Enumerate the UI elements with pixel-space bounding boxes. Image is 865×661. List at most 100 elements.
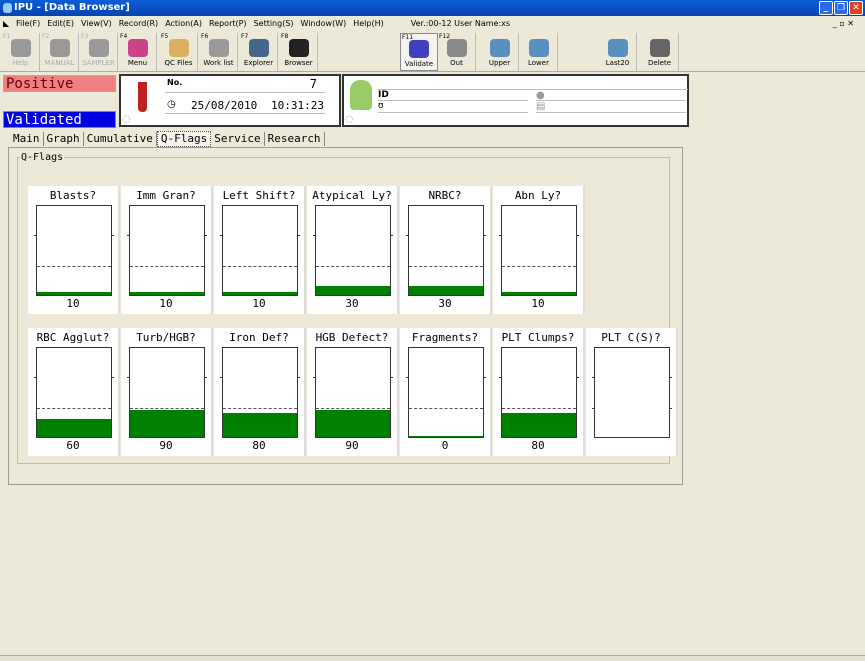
- work-list-button[interactable]: F6 Work list: [200, 33, 238, 71]
- qc-files-button[interactable]: F5 QC Files: [160, 33, 198, 71]
- qflag-value: 30: [438, 297, 452, 310]
- upper-button[interactable]: Upper: [481, 33, 519, 71]
- qflag-name: PLT Clumps?: [501, 331, 575, 344]
- close-button[interactable]: ✕: [849, 1, 863, 15]
- threshold-line: [316, 266, 390, 267]
- menu-action[interactable]: Action(A): [165, 19, 202, 28]
- mdi-controls[interactable]: _ ▫ ✕: [833, 16, 854, 31]
- qflag-bar: [316, 286, 390, 295]
- doctor-icon: ʊ: [378, 101, 384, 111]
- qflag-name: Blasts?: [49, 189, 97, 202]
- menu-window[interactable]: Window(W): [301, 19, 347, 28]
- tab-graph[interactable]: Graph: [44, 132, 84, 146]
- button-label: SAMPLER: [82, 59, 115, 67]
- qflag-gauge: [127, 205, 207, 296]
- validate-button[interactable]: F11 Validate: [400, 33, 438, 71]
- app-menu-icon[interactable]: ◣: [3, 16, 9, 31]
- qflag-card: Imm Gran? 10: [121, 186, 213, 314]
- delete-button[interactable]: Delete: [641, 33, 679, 71]
- menu-setting[interactable]: Setting(S): [254, 19, 294, 28]
- qflag-value: 80: [252, 439, 266, 452]
- tab-main[interactable]: Main: [10, 132, 44, 146]
- manual-button[interactable]: F2 MANUAL: [41, 33, 79, 71]
- help-icon: [10, 39, 31, 57]
- out-button[interactable]: F12 Out: [438, 33, 476, 71]
- menu-view[interactable]: View(V): [81, 19, 112, 28]
- button-label: Validate: [404, 60, 434, 68]
- menu-edit[interactable]: Edit(E): [47, 19, 74, 28]
- qflag-value: 80: [531, 439, 545, 452]
- qflag-value: 0: [441, 439, 449, 452]
- tab-q-flags[interactable]: Q-Flags: [156, 131, 212, 147]
- qflag-value: 90: [159, 439, 173, 452]
- qflag-gauge: [220, 205, 300, 296]
- upper-icon: [489, 39, 510, 57]
- menu-help[interactable]: Help(H): [353, 19, 384, 28]
- threshold-line: [502, 408, 576, 409]
- window-title: IPU - [Data Browser]: [14, 2, 130, 13]
- qflag-name: Abn Ly?: [514, 189, 562, 202]
- validate-icon: [409, 40, 429, 58]
- qflag-gauge: [220, 347, 300, 438]
- threshold-line: [130, 408, 204, 409]
- comment-icon[interactable]: ◌: [122, 114, 131, 125]
- explorer-icon: [248, 39, 269, 57]
- qflag-card: Turb/HGB? 90: [121, 328, 213, 456]
- id-label: ID: [378, 90, 389, 100]
- threshold-line: [409, 408, 483, 409]
- qflag-bar: [502, 413, 576, 437]
- qflag-name: RBC Agglut?: [36, 331, 110, 344]
- qflags-group: Q-Flags Blasts? 10 Imm Gran? 10 Left Shift…: [17, 152, 678, 464]
- sampler-button[interactable]: F3 SAMPLER: [80, 33, 118, 71]
- menu-file[interactable]: File(F): [16, 19, 40, 28]
- group-label: Q-Flags: [20, 152, 65, 163]
- last20-icon: [607, 39, 628, 57]
- minimize-button[interactable]: _: [819, 1, 833, 15]
- menu-report[interactable]: Report(P): [209, 19, 247, 28]
- qflag-value: 10: [66, 297, 80, 310]
- button-label: Lower: [528, 59, 549, 67]
- threshold-line: [37, 266, 111, 267]
- threshold-line: [223, 266, 297, 267]
- manual-icon: [49, 39, 70, 57]
- tab-research[interactable]: Research: [265, 132, 325, 146]
- last20-button[interactable]: Last20: [599, 33, 637, 71]
- qflag-bar: [223, 292, 297, 295]
- button-label: Last20: [605, 59, 630, 67]
- qflag-value: 60: [66, 439, 80, 452]
- qflag-gauge: [313, 347, 393, 438]
- browser-button[interactable]: F8 Browser: [280, 33, 318, 71]
- help-button[interactable]: F1 Help: [2, 33, 40, 71]
- threshold-line: [409, 266, 483, 267]
- menu-record[interactable]: Record(R): [119, 19, 158, 28]
- number-label: No.: [167, 78, 183, 87]
- qflag-card: HGB Defect? 90: [307, 328, 399, 456]
- tab-cumulative[interactable]: Cumulative: [84, 132, 157, 146]
- qflag-bar: [409, 286, 483, 295]
- work-list-icon: [208, 39, 229, 57]
- qflag-card: Atypical Ly? 30: [307, 186, 399, 314]
- qflag-gauge: [406, 205, 486, 296]
- button-label: Upper: [488, 59, 511, 67]
- sample-info-box: No. 7 ◷ 25/08/2010 10:31:23 ◌: [119, 74, 341, 127]
- button-label: Delete: [648, 59, 671, 67]
- comment-icon[interactable]: ◌: [345, 114, 354, 125]
- tab-service[interactable]: Service: [211, 132, 265, 146]
- qflag-name: Iron Def?: [229, 331, 289, 344]
- explorer-button[interactable]: F7 Explorer: [240, 33, 278, 71]
- lower-button[interactable]: Lower: [520, 33, 558, 71]
- title-bar: IPU - [Data Browser] _ ❐ ✕: [0, 0, 865, 16]
- qflag-name: Left Shift?: [222, 189, 296, 202]
- ward-icon: ▤: [536, 101, 546, 112]
- button-label: Help: [12, 59, 29, 67]
- function-key: F11: [402, 34, 414, 41]
- qflag-card: NRBC? 30: [400, 186, 492, 314]
- menu-icon: [127, 39, 148, 57]
- qflag-bar: [37, 419, 111, 437]
- status-bar: [0, 655, 865, 661]
- button-label: Work list: [203, 59, 234, 67]
- restore-button[interactable]: ❐: [834, 1, 848, 15]
- menu-button[interactable]: F4 Menu: [119, 33, 157, 71]
- qflag-gauge: [499, 347, 579, 438]
- sampler-icon: [88, 39, 109, 57]
